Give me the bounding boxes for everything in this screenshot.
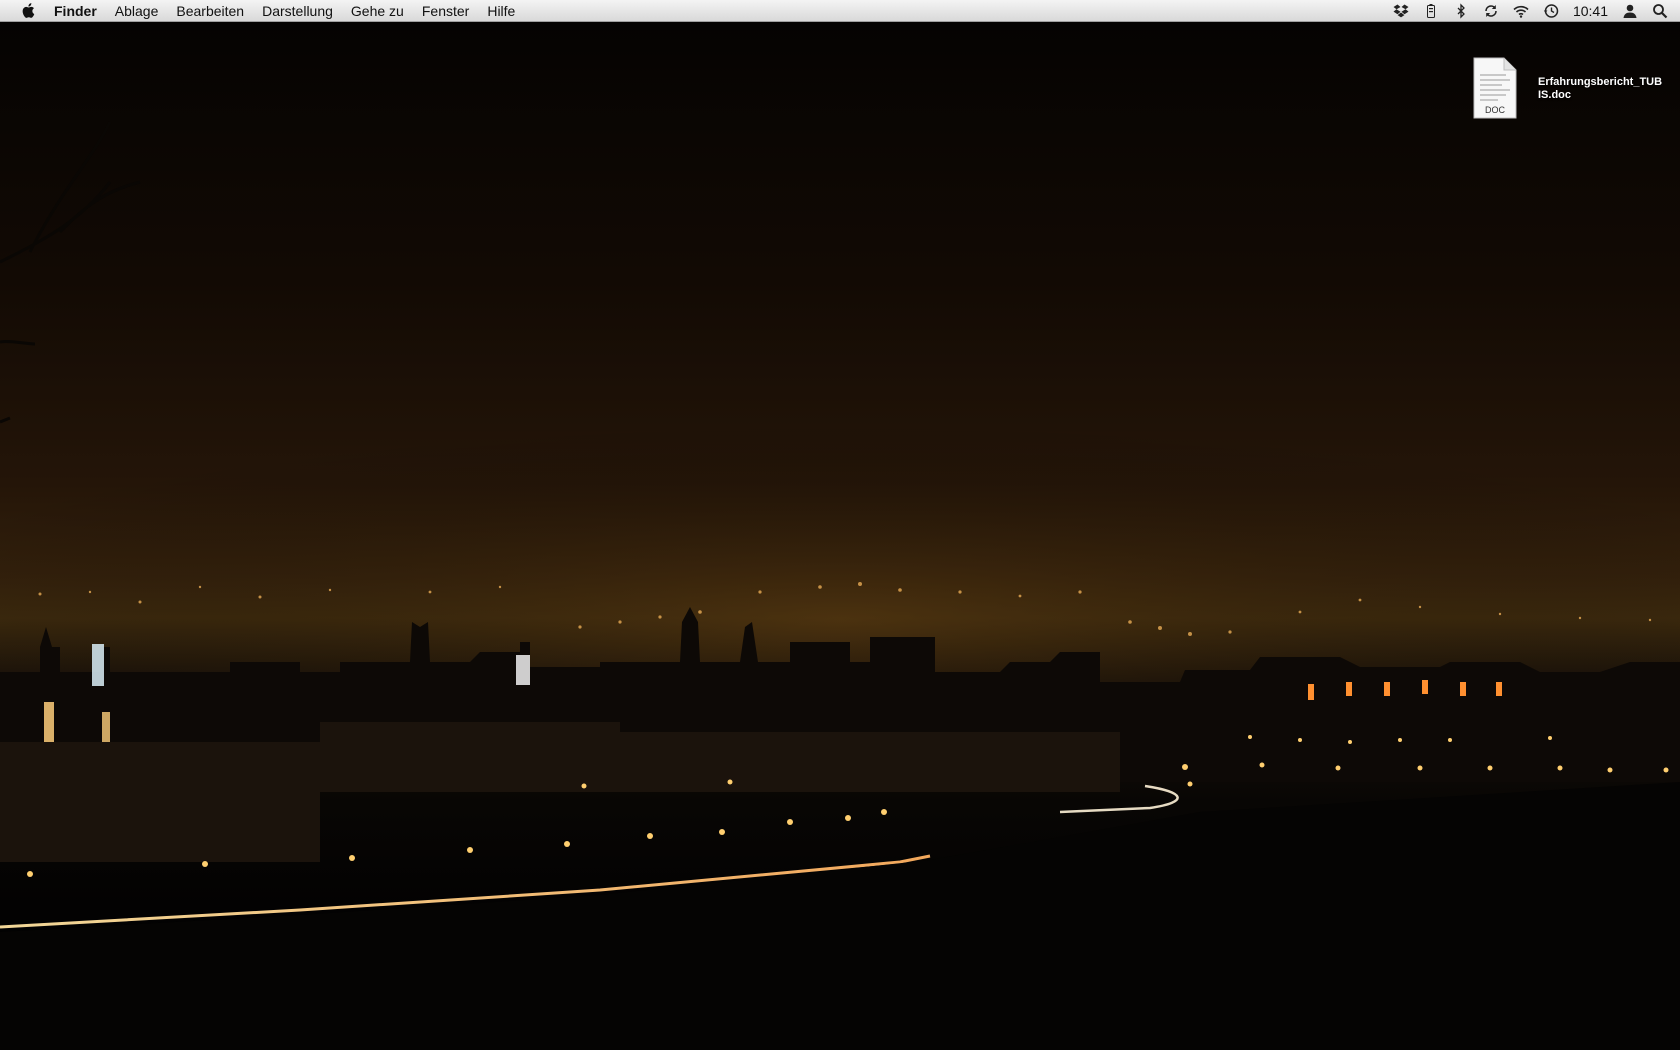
user-icon[interactable] — [1622, 3, 1638, 19]
desktop-file-label[interactable]: Erfahrungsbericht_TUBIS.doc — [1538, 76, 1664, 102]
desktop-file-item[interactable]: DOC Erfahrungsbericht_TUBIS.doc — [1470, 56, 1670, 126]
tree-branches — [0, 121, 141, 424]
time-machine-icon[interactable] — [1543, 3, 1559, 19]
sync-icon[interactable] — [1483, 3, 1499, 19]
menu-bearbeiten[interactable]: Bearbeiten — [167, 0, 253, 22]
menu-hilfe[interactable]: Hilfe — [478, 0, 524, 22]
menu-darstellung[interactable]: Darstellung — [253, 0, 342, 22]
wifi-icon[interactable] — [1513, 3, 1529, 19]
svg-text:DOC: DOC — [1485, 105, 1506, 115]
battery-icon[interactable] — [1423, 3, 1439, 19]
menu-clock[interactable]: 10:41 — [1573, 3, 1608, 19]
desktop[interactable]: DOC Erfahrungsbericht_TUBIS.doc — [0, 22, 1680, 1050]
wallpaper-night-city — [0, 121, 1680, 1050]
menu-ablage[interactable]: Ablage — [106, 0, 168, 22]
spotlight-search-icon[interactable] — [1652, 3, 1668, 19]
menu-bar-status-area: 10:41 — [1393, 0, 1668, 22]
menu-gehe-zu[interactable]: Gehe zu — [342, 0, 413, 22]
menu-fenster[interactable]: Fenster — [413, 0, 478, 22]
apple-icon[interactable] — [18, 1, 36, 21]
doc-file-icon: DOC — [1473, 57, 1517, 119]
menu-bar: Finder Ablage Bearbeiten Darstellung Geh… — [0, 0, 1680, 22]
midground-buildings — [0, 722, 1120, 862]
dropbox-icon[interactable] — [1393, 3, 1409, 19]
menu-finder[interactable]: Finder — [54, 0, 106, 22]
bluetooth-icon[interactable] — [1453, 3, 1469, 19]
menu-bar-left: Finder Ablage Bearbeiten Darstellung Geh… — [0, 0, 524, 21]
